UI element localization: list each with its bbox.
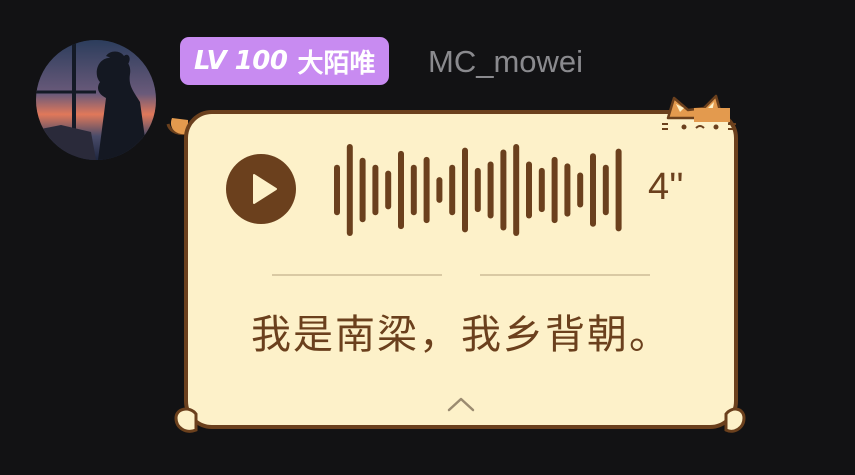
divider-right [480, 274, 650, 276]
voice-message-bubble[interactable]: 4'' 我是南梁，我乡背朝。 [186, 112, 736, 427]
play-button[interactable] [226, 154, 296, 224]
waveform-bar [462, 147, 468, 233]
waveform-bar [334, 164, 340, 216]
waveform-bar [602, 164, 609, 216]
waveform-bar [359, 157, 366, 223]
waveform-bar [372, 164, 379, 216]
waveform-bar [500, 149, 507, 231]
voice-duration: 4'' [648, 166, 684, 208]
waveform-bar [577, 172, 584, 208]
waveform-bar [410, 164, 417, 216]
waveform-bar [436, 177, 443, 203]
waveform-bar [538, 167, 545, 213]
waveform-bar [526, 161, 532, 219]
waveform-bar [487, 161, 494, 219]
voice-transcript: 我是南梁，我乡背朝。 [251, 312, 671, 358]
waveform-bar [615, 148, 622, 232]
collapse-button[interactable] [444, 394, 478, 416]
waveform-bar [513, 144, 520, 236]
chevron-up-icon [447, 397, 475, 412]
waveform-bar [474, 167, 481, 213]
waveform-bar [346, 144, 353, 236]
divider-left [272, 274, 442, 276]
waveform-bar [564, 163, 571, 217]
waveform-bar [385, 170, 392, 210]
waveform-bar [398, 150, 404, 230]
play-icon [253, 174, 277, 204]
waveform [334, 144, 622, 236]
waveform-bar [551, 156, 558, 224]
waveform-bar [449, 164, 456, 216]
waveform-bar [590, 153, 596, 227]
waveform-bar [423, 156, 430, 224]
